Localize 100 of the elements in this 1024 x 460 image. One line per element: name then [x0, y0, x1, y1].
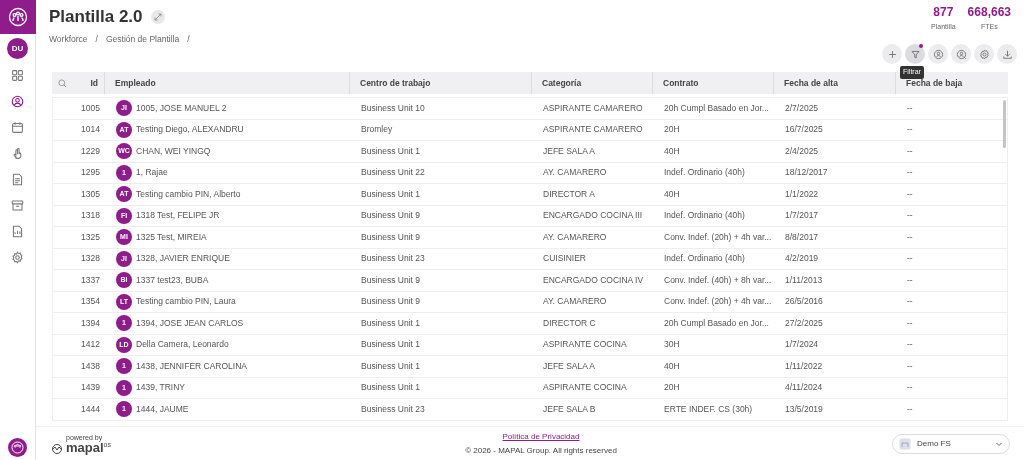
- table-cell: 1337: [81, 274, 100, 285]
- employee-name[interactable]: Testing cambio PIN, Alberto: [136, 187, 241, 201]
- add-button[interactable]: [882, 44, 902, 64]
- column-header[interactable]: Centro de trabajo: [360, 76, 431, 90]
- table-cell: Business Unit 22: [361, 167, 425, 178]
- table-cell: 20H: [664, 382, 680, 393]
- column-header[interactable]: Categoría: [542, 76, 582, 90]
- table-cell: AY. CAMARERO: [543, 296, 607, 307]
- breadcrumb-separator: /: [95, 32, 98, 46]
- archive-icon[interactable]: [11, 198, 24, 212]
- employee-name[interactable]: 1444, JAUME: [136, 402, 189, 416]
- page-title: Plantilla 2.0: [49, 6, 143, 28]
- table-cell: 40H: [664, 145, 680, 156]
- table-cell: 40H: [664, 188, 680, 199]
- settings-icon[interactable]: [11, 250, 24, 264]
- table-cell: --: [907, 317, 913, 328]
- hand-icon[interactable]: [11, 146, 24, 160]
- table-cell: Conv. Indef. (40h) + 8h var...: [664, 274, 772, 285]
- table-cell: 1325: [81, 231, 100, 242]
- employee-name[interactable]: 1439, TRINY: [136, 381, 185, 395]
- table-cell: 26/5/2016: [785, 296, 823, 307]
- table-cell: Business Unit 23: [361, 403, 425, 414]
- expand-icon[interactable]: [150, 9, 165, 24]
- search-icon[interactable]: [58, 78, 67, 88]
- app-logo[interactable]: [0, 0, 36, 34]
- breadcrumb-link[interactable]: Workforce: [49, 32, 88, 46]
- table-cell: 1438: [81, 360, 100, 371]
- table-cell: ASPIRANTE CAMARERO: [543, 124, 643, 135]
- employee-name[interactable]: Della Camera, Leonardo: [136, 338, 229, 352]
- employee-name[interactable]: 1005, JOSE MANUEL 2: [136, 101, 227, 115]
- column-header[interactable]: Fecha de baja: [906, 76, 963, 90]
- column-header[interactable]: Contrato: [663, 76, 699, 90]
- table-cell: 13/5/2019: [785, 403, 823, 414]
- table-cell: 1394: [81, 317, 100, 328]
- table-cell: --: [907, 274, 913, 285]
- calendar-icon[interactable]: [11, 120, 24, 134]
- table-cell: --: [907, 124, 913, 135]
- table-cell: --: [907, 403, 913, 414]
- store-icon: [899, 437, 911, 450]
- copyright-text: © 2026 - MAPAL Group. All rights reserved: [465, 444, 617, 457]
- employee-name[interactable]: 1394, JOSE JEAN CARLOS: [136, 316, 244, 330]
- employee-name[interactable]: 1325 Test, MIREIA: [136, 230, 207, 244]
- user-search-button[interactable]: [951, 44, 971, 64]
- employee-name[interactable]: 1328, JAVIER ENRIQUE: [136, 252, 230, 266]
- column-header[interactable]: Fecha de alta: [784, 76, 838, 90]
- table-cell: --: [907, 231, 913, 242]
- download-button[interactable]: [997, 44, 1017, 64]
- column-header[interactable]: Empleado: [115, 76, 156, 90]
- employee-name[interactable]: 1318 Test, FELIPE JR: [136, 209, 220, 223]
- breadcrumb-separator: /: [187, 32, 190, 46]
- scrollbar[interactable]: [1003, 100, 1006, 148]
- table-cell: 1305: [81, 188, 100, 199]
- table-cell: --: [907, 188, 913, 199]
- user-button[interactable]: [928, 44, 948, 64]
- user-icon: [932, 48, 944, 60]
- employee-name[interactable]: Testing cambio PIN, Laura: [136, 295, 236, 309]
- table-cell: ASPIRANTE COCINA: [543, 339, 627, 350]
- table-cell: ASPIRANTE COCINA: [543, 382, 627, 393]
- stat-value: 668,663: [967, 5, 1011, 20]
- employee-name[interactable]: CHAN, WEI YINGQ: [136, 144, 211, 158]
- person-circle-icon[interactable]: [11, 94, 24, 108]
- table-cell: JEFE SALA A: [543, 145, 595, 156]
- table-cell: Business Unit 1: [361, 382, 421, 393]
- table-cell: --: [907, 296, 913, 307]
- privacy-link[interactable]: Política de Privacidad: [502, 430, 580, 443]
- table-cell: 1/7/2017: [785, 210, 819, 221]
- report-icon[interactable]: [11, 224, 24, 238]
- table-cell: 20h Cumpl Basado en Jor...: [664, 317, 769, 328]
- settings-button[interactable]: [974, 44, 994, 64]
- brand-logo-icon[interactable]: [8, 438, 27, 457]
- table-cell: --: [907, 339, 913, 350]
- table-cell: Business Unit 1: [361, 145, 421, 156]
- employee-name[interactable]: 1, Rajae: [136, 166, 168, 180]
- table-cell: 1/1/2022: [785, 188, 819, 199]
- table-cell: 18/12/2017: [785, 167, 828, 178]
- table-cell: 1229: [81, 145, 100, 156]
- table-cell: Conv. Indef. (20h) + 4h var...: [664, 231, 772, 242]
- table-cell: --: [907, 210, 913, 221]
- table-cell: ASPIRANTE CAMARERO: [543, 102, 643, 113]
- table-cell: JEFE SALA B: [543, 403, 596, 414]
- table-cell: 1439: [81, 382, 100, 393]
- employee-name[interactable]: 1438, JENNIFER CAROLINA: [136, 359, 247, 373]
- download-icon: [1001, 48, 1013, 60]
- table-cell: --: [907, 253, 913, 264]
- table-cell: AY. CAMARERO: [543, 231, 607, 242]
- table-cell: 20H: [664, 124, 680, 135]
- table-cell: 1/11/2013: [785, 274, 823, 285]
- table-cell: --: [907, 102, 913, 113]
- employee-name[interactable]: 1337 test23, BUBA: [136, 273, 209, 287]
- column-header[interactable]: Id: [90, 76, 98, 90]
- table-cell: JEFE SALA A: [543, 360, 595, 371]
- table-cell: Business Unit 9: [361, 210, 421, 221]
- breadcrumb-link[interactable]: Gestión de Plantilla: [105, 32, 180, 46]
- table-cell: 1328: [81, 253, 100, 264]
- document-icon[interactable]: [11, 172, 24, 186]
- user-avatar[interactable]: DU: [7, 38, 28, 59]
- employee-name[interactable]: Testing Diego, ALEXANDRU: [136, 123, 244, 137]
- table-cell: --: [907, 145, 913, 156]
- grid-icon[interactable]: [11, 68, 24, 82]
- table-cell: 4/2/2019: [785, 253, 819, 264]
